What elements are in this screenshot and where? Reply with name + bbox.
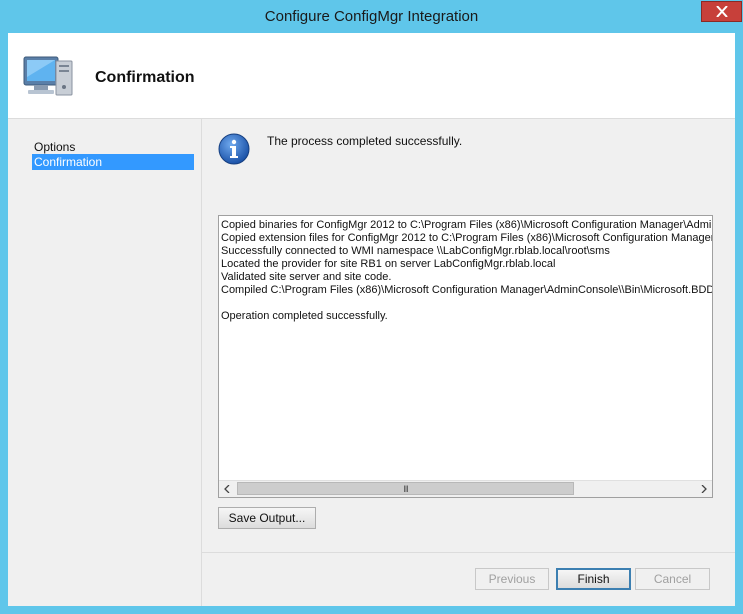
scroll-right-button[interactable]: [696, 481, 712, 497]
title-bar[interactable]: Configure ConfigMgr Integration: [0, 0, 743, 33]
log-line: Successfully connected to WMI namespace …: [221, 245, 610, 257]
chevron-right-icon: [701, 485, 707, 493]
page-title: Confirmation: [95, 69, 195, 86]
output-log[interactable]: Copied binaries for ConfigMgr 2012 to C:…: [218, 215, 713, 498]
log-line: Located the provider for site RB1 on ser…: [221, 258, 556, 270]
nav-item-options[interactable]: Options: [32, 139, 194, 155]
wizard-nav: Options Confirmation: [8, 119, 202, 606]
previous-button[interactable]: Previous: [475, 568, 549, 590]
close-button[interactable]: [701, 1, 742, 22]
chevron-left-icon: [224, 485, 230, 493]
info-icon: [218, 133, 250, 165]
footer-divider: [201, 552, 735, 553]
log-line: Compiled C:\Program Files (x86)\Microsof…: [221, 284, 713, 296]
log-line: Validated site server and site code.: [221, 271, 392, 283]
status-message: The process completed successfully.: [267, 134, 463, 148]
save-output-button[interactable]: Save Output...: [218, 507, 316, 529]
cancel-button[interactable]: Cancel: [635, 568, 710, 590]
wizard-header: Confirmation: [8, 33, 735, 119]
scroll-left-button[interactable]: [219, 481, 235, 497]
computer-icon: [23, 56, 73, 96]
log-line: Operation completed successfully.: [221, 310, 388, 322]
scrollbar-thumb[interactable]: III: [237, 482, 574, 495]
wizard-window: Configure ConfigMgr Integration Confirma…: [0, 0, 743, 614]
window-title: Configure ConfigMgr Integration: [264, 8, 479, 25]
log-line: Copied binaries for ConfigMgr 2012 to C:…: [221, 219, 713, 231]
horizontal-scrollbar[interactable]: III: [219, 480, 712, 497]
log-line: Copied extension files for ConfigMgr 201…: [221, 232, 712, 244]
close-icon: [715, 6, 728, 17]
finish-button[interactable]: Finish: [556, 568, 631, 590]
wizard-client: Confirmation Options Confirmation The pr…: [8, 33, 735, 606]
nav-item-confirmation[interactable]: Confirmation: [32, 154, 194, 170]
